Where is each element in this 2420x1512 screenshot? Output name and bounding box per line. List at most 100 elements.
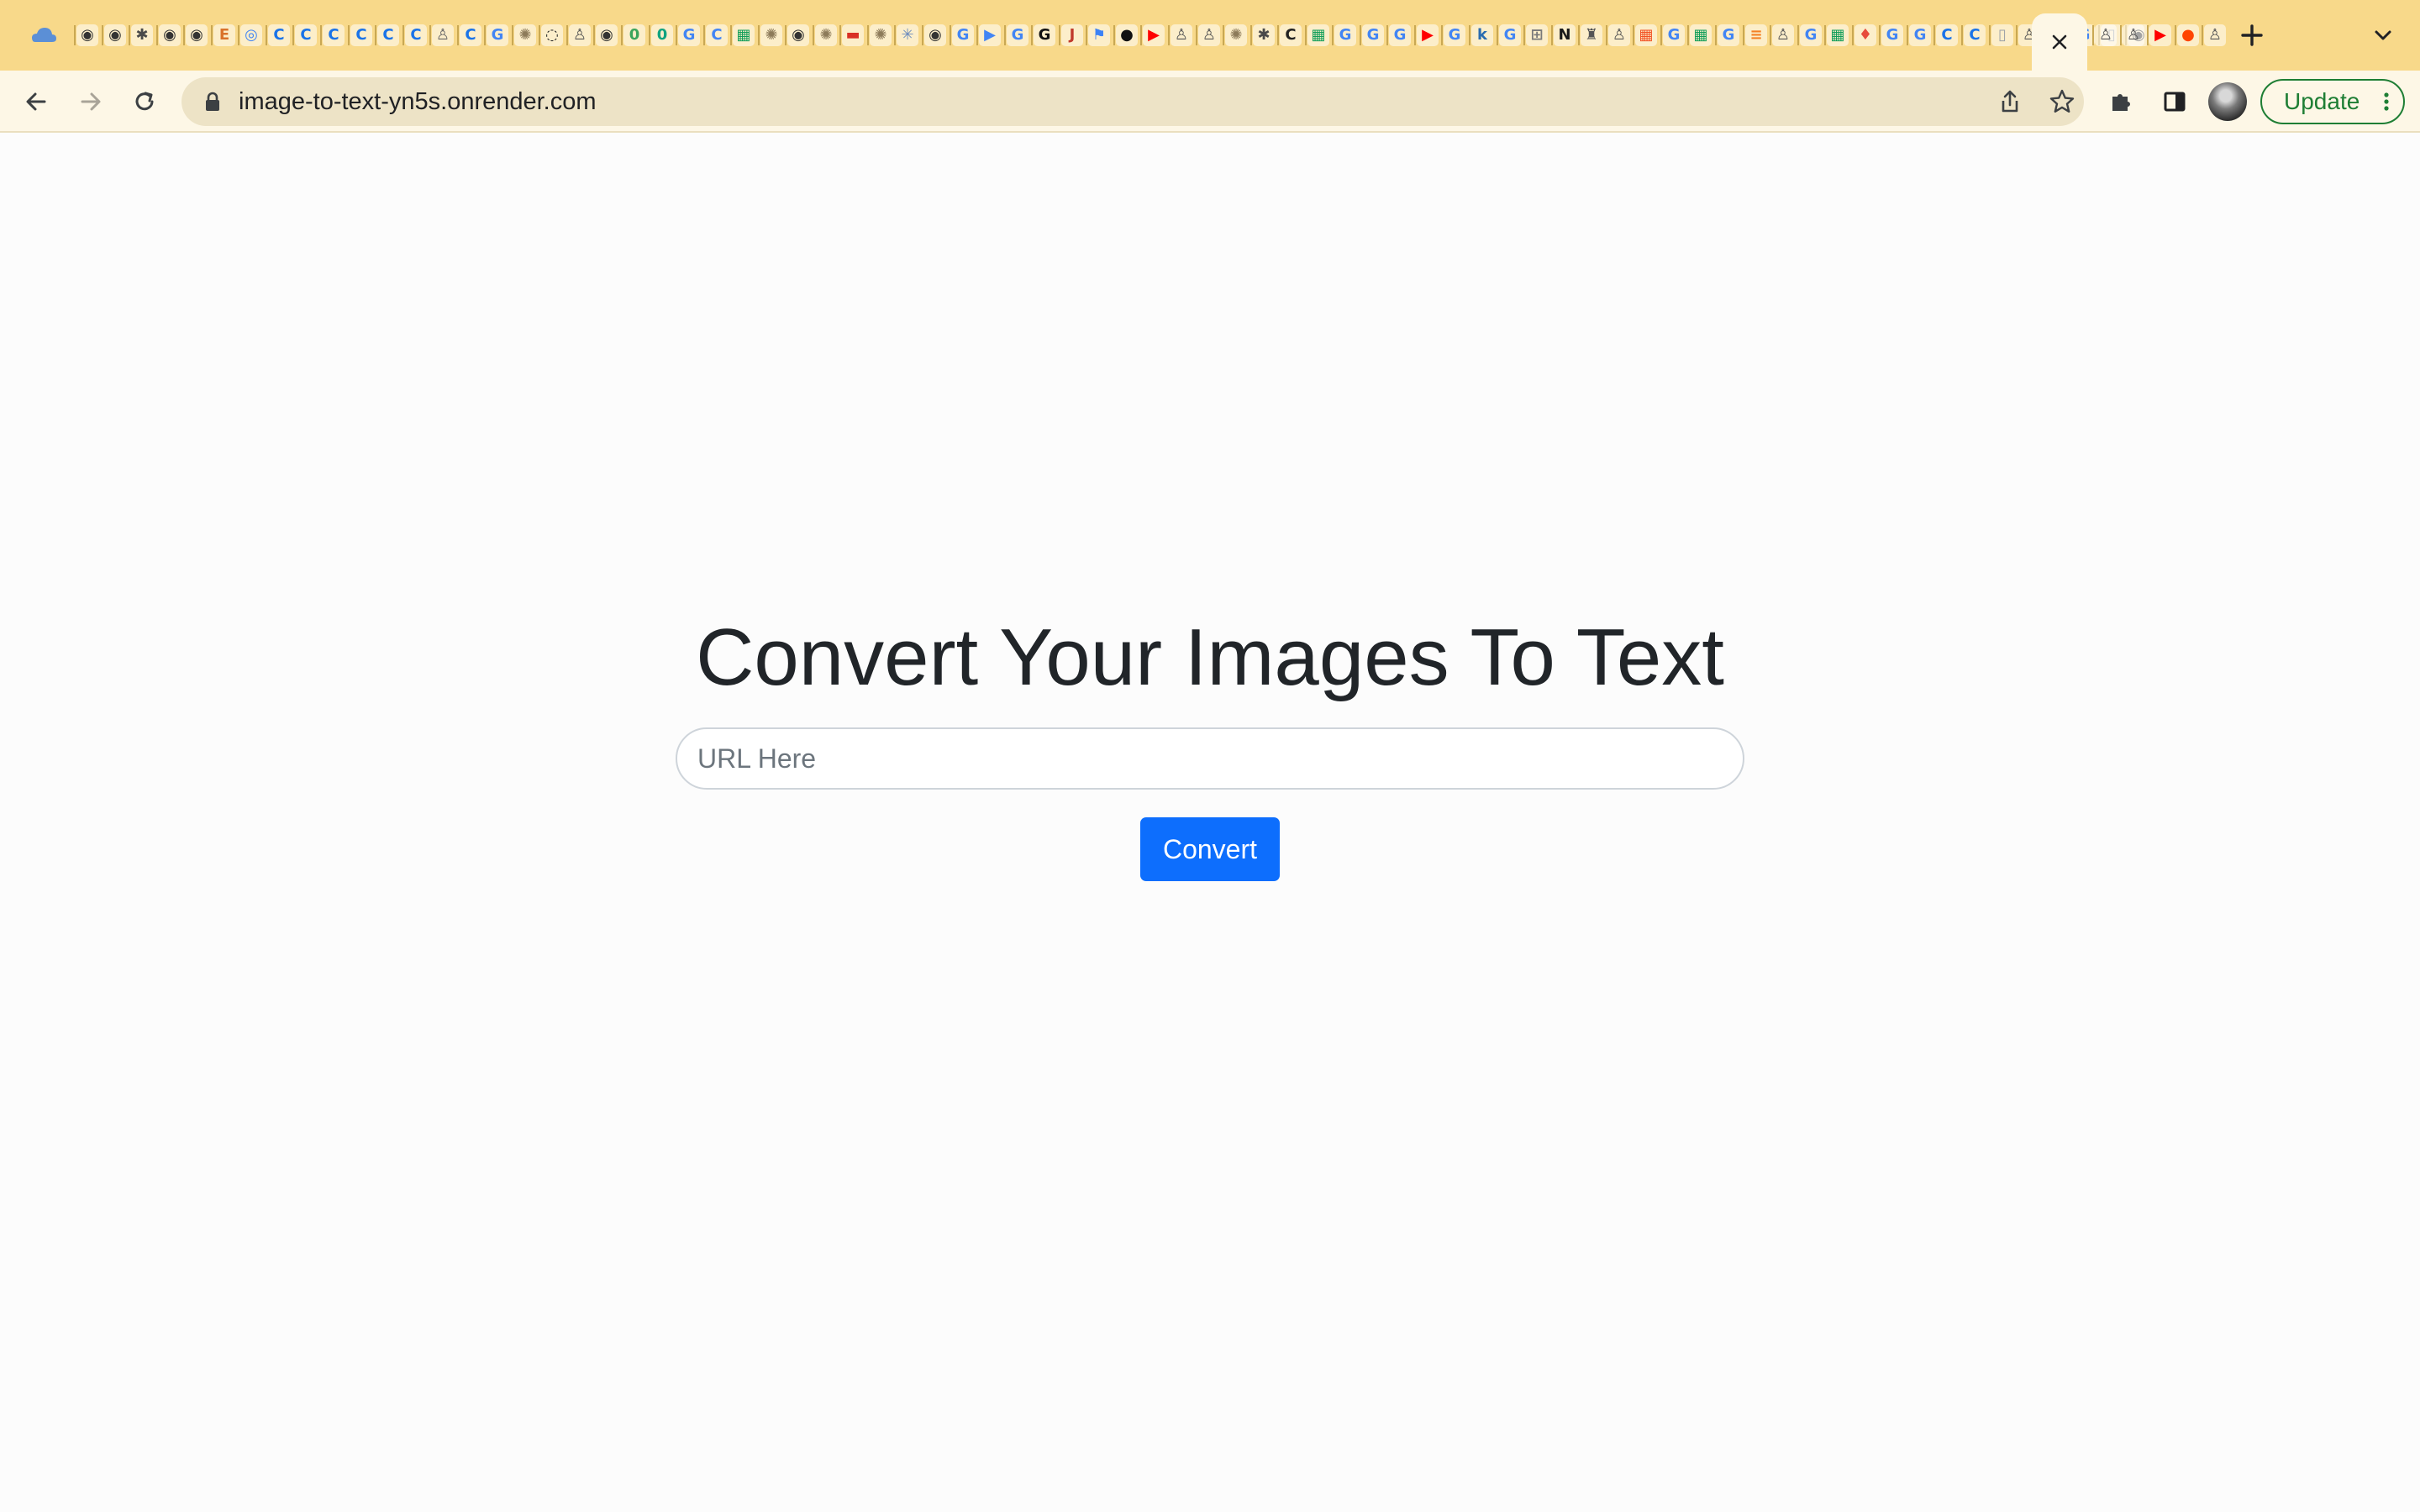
browser-tab[interactable]: ♙ — [429, 0, 456, 71]
browser-tab[interactable]: G — [950, 0, 976, 71]
browser-tab[interactable]: ▶ — [1414, 0, 1441, 71]
browser-tab[interactable]: ♙ — [2120, 0, 2147, 71]
browser-tab[interactable]: ▯ — [1989, 0, 2016, 71]
browser-tab[interactable]: ◉ — [785, 0, 812, 71]
flag-icon: ⚑ — [1088, 24, 1110, 46]
tab-search-button[interactable] — [2368, 20, 2398, 50]
browser-tab[interactable]: ✳ — [894, 0, 921, 71]
grammarly-icon: C — [350, 24, 372, 46]
bookmark-button[interactable] — [2042, 81, 2082, 122]
new-tab-button[interactable] — [2237, 20, 2267, 50]
browser-tab[interactable]: ◉ — [183, 0, 210, 71]
browser-tab[interactable]: ✺ — [1223, 0, 1249, 71]
browser-tab[interactable]: ◌ — [539, 0, 566, 71]
url-input[interactable] — [676, 727, 1744, 790]
browser-tab[interactable]: ▶ — [2147, 0, 2174, 71]
browser-tab[interactable]: E — [211, 0, 238, 71]
browser-tab[interactable]: C — [1961, 0, 1988, 71]
browser-tab[interactable]: G — [1441, 0, 1468, 71]
cloud-icon — [32, 28, 56, 42]
browser-tab[interactable]: ◉ — [74, 0, 101, 71]
browser-tab[interactable]: G — [1660, 0, 1687, 71]
browser-tab[interactable]: ♙ — [2202, 0, 2228, 71]
browser-tab[interactable]: ◉ — [922, 0, 949, 71]
reload-button[interactable] — [124, 81, 165, 122]
browser-tab[interactable]: ✺ — [758, 0, 785, 71]
browser-tab[interactable]: J — [1059, 0, 1086, 71]
forward-button[interactable] — [71, 81, 111, 122]
lock-icon[interactable] — [200, 89, 225, 114]
browser-tab[interactable]: G — [1879, 0, 1906, 71]
profile-avatar[interactable] — [2208, 82, 2247, 121]
browser-tab[interactable]: G — [1386, 0, 1413, 71]
browser-tab[interactable]: G — [1715, 0, 1742, 71]
notion-icon: ◌ — [541, 24, 563, 46]
close-icon[interactable] — [2049, 31, 2070, 53]
browser-tab[interactable]: ♜ — [1578, 0, 1605, 71]
browser-tab[interactable]: G — [1360, 0, 1386, 71]
browser-tab[interactable]: ✺ — [512, 0, 539, 71]
browser-tab[interactable]: ▶ — [976, 0, 1003, 71]
browser-tab[interactable]: C — [266, 0, 292, 71]
browser-tab[interactable]: ♙ — [1770, 0, 1797, 71]
url-text[interactable]: image-to-text-yn5s.onrender.com — [239, 77, 597, 126]
browser-tab[interactable]: C — [1933, 0, 1960, 71]
browser-tab[interactable]: G — [1332, 0, 1359, 71]
browser-tab[interactable]: ◉ — [593, 0, 620, 71]
browser-tab[interactable]: ◉ — [102, 0, 129, 71]
browser-tab[interactable]: ▦ — [1687, 0, 1714, 71]
browser-tab[interactable]: C — [1277, 0, 1304, 71]
browser-tab[interactable]: C — [348, 0, 375, 71]
convert-button[interactable]: Convert — [1140, 817, 1280, 881]
browser-tab[interactable]: ● — [1113, 0, 1140, 71]
extensions-button[interactable] — [2101, 81, 2141, 122]
browser-tab[interactable]: G — [1497, 0, 1523, 71]
back-button[interactable] — [16, 81, 56, 122]
browser-tab[interactable]: ▦ — [1305, 0, 1332, 71]
browser-tab[interactable]: ▶ — [1140, 0, 1167, 71]
browser-tab[interactable]: ♙ — [1196, 0, 1223, 71]
browser-tab[interactable]: ▬ — [839, 0, 866, 71]
update-button[interactable]: Update — [2260, 79, 2405, 124]
browser-tab[interactable]: C — [292, 0, 319, 71]
browser-tab[interactable]: ♙ — [1168, 0, 1195, 71]
browser-tab[interactable]: C — [703, 0, 730, 71]
browser-tab[interactable]: ◉ — [156, 0, 183, 71]
browser-tab[interactable]: G — [1907, 0, 1933, 71]
browser-tab[interactable]: ⊞ — [1523, 0, 1550, 71]
browser-tab[interactable]: ✱ — [129, 0, 155, 71]
browser-tab[interactable]: ▦ — [730, 0, 757, 71]
browser-tab[interactable]: ♙ — [566, 0, 593, 71]
browser-tab[interactable]: ▦ — [1633, 0, 1660, 71]
browser-tab[interactable]: ✺ — [813, 0, 839, 71]
browser-tab[interactable]: k — [1469, 0, 1496, 71]
side-panel-button[interactable] — [2154, 81, 2195, 122]
browser-tab[interactable]: C — [375, 0, 402, 71]
browser-tab[interactable]: ♙ — [2092, 0, 2119, 71]
browser-tab[interactable]: G — [484, 0, 511, 71]
vertical-dots-icon[interactable] — [2375, 90, 2398, 113]
share-button[interactable] — [1990, 81, 2030, 122]
browser-tab[interactable]: G — [1031, 0, 1058, 71]
browser-tab[interactable]: C — [457, 0, 484, 71]
browser-tab[interactable]: ◎ — [238, 0, 265, 71]
browser-tab[interactable]: ≡ — [1743, 0, 1770, 71]
browser-tab[interactable]: N — [1551, 0, 1578, 71]
browser-tab[interactable]: C — [320, 0, 347, 71]
browser-tab[interactable]: C — [402, 0, 429, 71]
browser-tab[interactable]: ▦ — [1824, 0, 1851, 71]
browser-tab[interactable]: 0 — [649, 0, 676, 71]
browser-tab[interactable]: G — [1004, 0, 1031, 71]
browser-tab[interactable]: ♦ — [1852, 0, 1879, 71]
browser-tab[interactable]: 0 — [621, 0, 648, 71]
browser-tab[interactable]: G — [676, 0, 702, 71]
browser-tab[interactable]: G — [1797, 0, 1824, 71]
browser-tab[interactable]: ● — [2175, 0, 2202, 71]
active-tab[interactable] — [2032, 13, 2087, 71]
browser-tab[interactable]: ♙ — [1606, 0, 1633, 71]
browser-tab[interactable]: ✺ — [867, 0, 894, 71]
address-bar[interactable]: image-to-text-yn5s.onrender.com — [182, 77, 2084, 126]
browser-tab[interactable]: ⚑ — [1086, 0, 1113, 71]
browser-tab[interactable]: ✱ — [1250, 0, 1277, 71]
pinned-tab-cloud[interactable] — [29, 20, 59, 50]
